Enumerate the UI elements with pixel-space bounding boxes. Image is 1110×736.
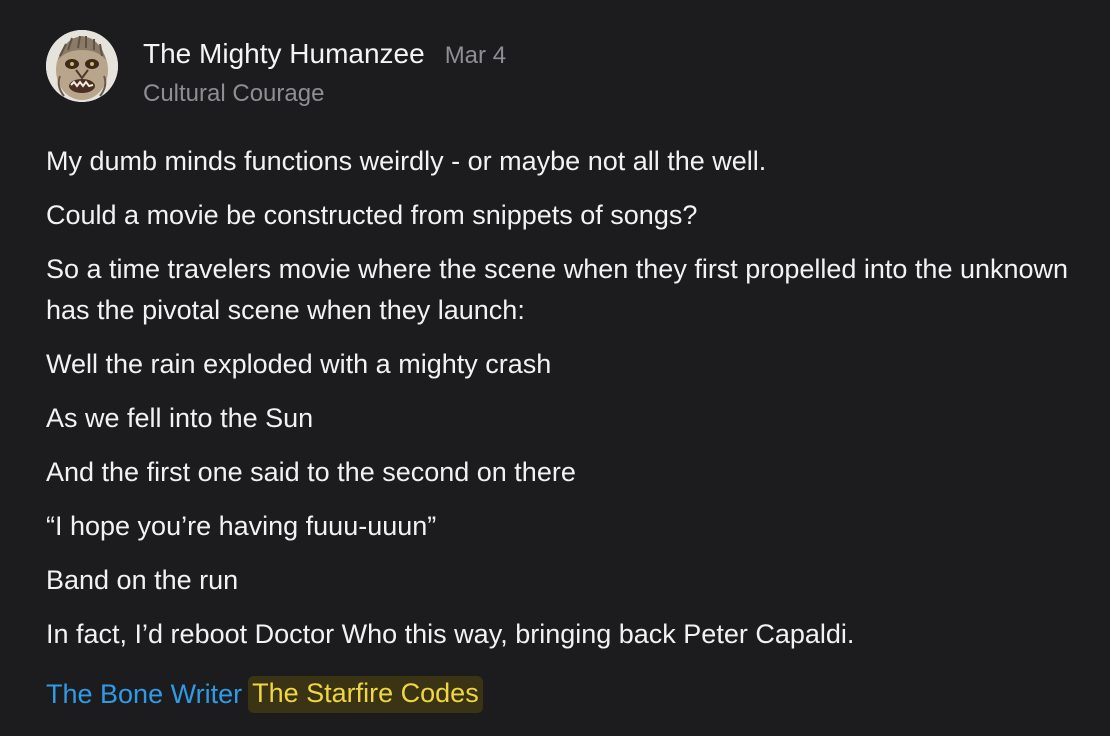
post-paragraph: So a time travelers movie where the scen… [46, 254, 1069, 325]
post-header: The Mighty Humanzee Mar 4 Cultural Coura… [46, 30, 506, 108]
post-paragraph: “I hope you’re having fuuu-uuun” [46, 511, 437, 541]
post-paragraph: And the first one said to the second on … [46, 457, 576, 487]
author-avatar[interactable] [46, 30, 118, 102]
post-body: My dumb minds functions weirdly - or may… [46, 141, 1096, 668]
post-meta: The Mighty Humanzee Mar 4 Cultural Coura… [143, 38, 506, 108]
post-paragraph: Well the rain exploded with a mighty cra… [46, 349, 552, 379]
author-name[interactable]: The Mighty Humanzee [143, 38, 425, 70]
mention-link-starfire-codes[interactable]: The Starfire Codes [248, 676, 483, 713]
post-paragraph: In fact, I’d reboot Doctor Who this way,… [46, 619, 855, 649]
mentions-row: The Bone Writer The Starfire Codes [46, 676, 483, 713]
post-date: Mar 4 [444, 42, 507, 69]
note-post: The Mighty Humanzee Mar 4 Cultural Coura… [0, 0, 1110, 736]
name-row: The Mighty Humanzee Mar 4 [143, 38, 506, 70]
post-paragraph: My dumb minds functions weirdly - or may… [46, 146, 767, 176]
post-paragraph: As we fell into the Sun [46, 403, 314, 433]
post-paragraph: Band on the run [46, 565, 239, 595]
gorilla-face-icon [46, 30, 118, 102]
publication-name[interactable]: Cultural Courage [143, 80, 506, 108]
mention-link-bone-writer[interactable]: The Bone Writer [46, 679, 242, 710]
post-paragraph: Could a movie be constructed from snippe… [46, 200, 698, 230]
